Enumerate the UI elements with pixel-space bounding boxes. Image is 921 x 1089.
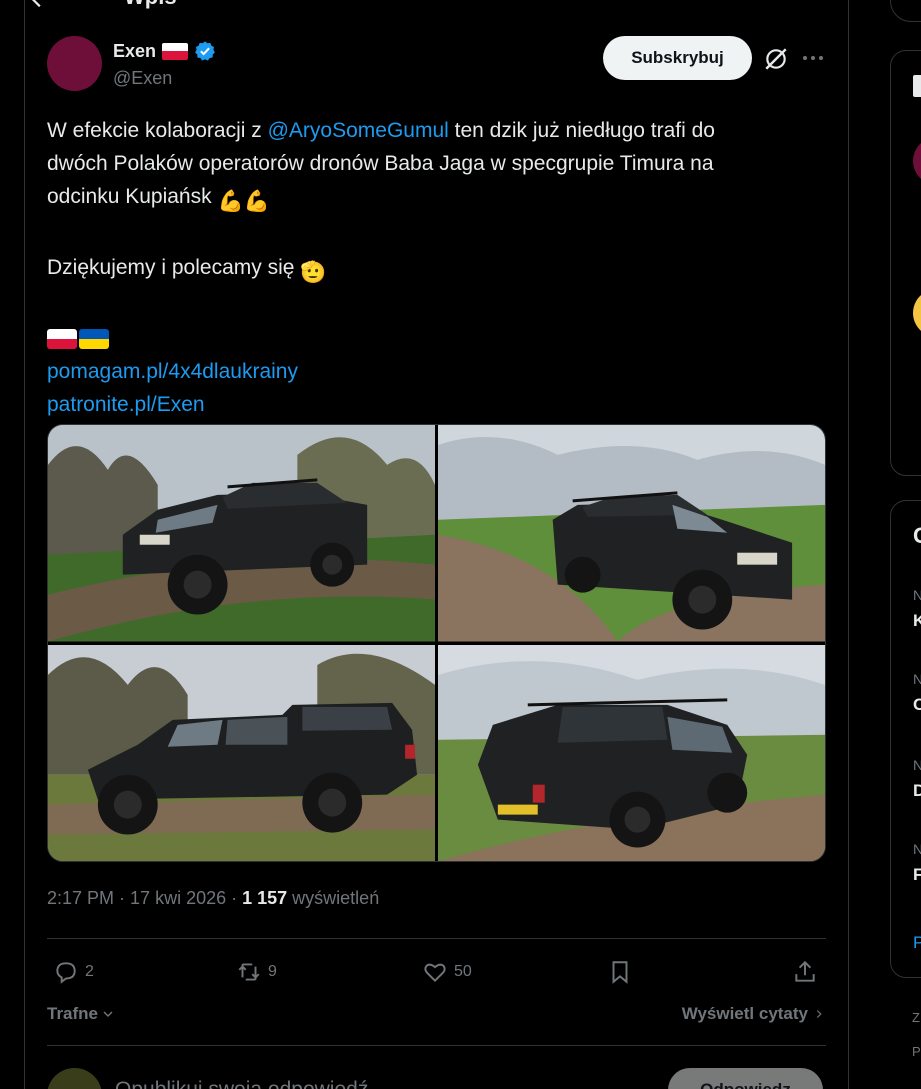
search-box[interactable]: [890, 0, 921, 22]
sidebar-trends-card: C N K N C N D N F P: [890, 500, 921, 978]
card-heading: [913, 75, 921, 97]
heart-icon: [424, 963, 446, 983]
trend-title[interactable]: C: [913, 695, 921, 715]
author-handle[interactable]: @Exen: [113, 68, 172, 89]
grok-icon[interactable]: [763, 46, 789, 72]
tweet-time[interactable]: 2:17 PM: [47, 888, 114, 908]
trend-category: N: [913, 671, 921, 687]
fundraiser-link[interactable]: pomagam.pl/4x4dlaukrainy: [47, 360, 298, 383]
avatar[interactable]: [913, 137, 921, 185]
media-photo-3[interactable]: [48, 644, 435, 861]
trend-category: N: [913, 841, 921, 857]
tweet-date[interactable]: 17 kwi 2026: [130, 888, 226, 908]
sort-label: Trafne: [47, 1004, 99, 1023]
footer-link[interactable]: Z: [912, 1010, 920, 1025]
repost-icon: [238, 963, 260, 981]
share-button[interactable]: [792, 952, 818, 992]
replies-sort-row: Trafne Wyświetl cytaty: [47, 1004, 826, 1030]
ukraine-flag-icon: [79, 328, 109, 349]
trend-title[interactable]: F: [913, 865, 921, 885]
like-button[interactable]: 50: [422, 952, 472, 992]
share-icon: [795, 960, 815, 982]
view-quotes-link[interactable]: Wyświetl cytaty: [682, 1004, 826, 1024]
reply-button[interactable]: 2: [53, 952, 94, 992]
card-heading: C: [913, 523, 921, 548]
tweet-text-segment: Dziękujemy i polecamy się: [47, 256, 301, 279]
mention-link[interactable]: @AryoSomeGumul: [268, 119, 449, 142]
tweet-text-line: dwóch Polaków operatorów dronów Baba Jag…: [47, 152, 714, 175]
flags-line: [47, 322, 827, 355]
patronite-link[interactable]: patronite.pl/Exen: [47, 393, 205, 416]
avatar[interactable]: [47, 36, 102, 91]
bookmark-icon: [612, 961, 628, 984]
divider: [47, 1045, 826, 1046]
poland-flag-icon: [47, 328, 77, 349]
reply-icon: [56, 962, 76, 984]
view-quotes-label: Wyświetl cytaty: [681, 1004, 808, 1023]
reply-composer: Opublikuj swoją odpowiedź Odpowiedz: [47, 1066, 826, 1089]
media-photo-4[interactable]: [438, 644, 825, 861]
tweet-text-segment: ten dzik już niedługo trafi do: [448, 119, 715, 142]
repost-button[interactable]: 9: [236, 952, 277, 992]
sort-dropdown[interactable]: Trafne: [47, 1004, 116, 1024]
meta-separator: ·: [226, 888, 243, 908]
divider: [47, 938, 826, 939]
media-photo-2[interactable]: [438, 425, 825, 642]
repost-count: 9: [268, 963, 277, 980]
chevron-right-icon: [816, 1010, 822, 1018]
reply-count: 2: [85, 963, 94, 980]
trend-title[interactable]: K: [913, 611, 921, 631]
bookmark-button[interactable]: [607, 952, 633, 992]
media-photo-1[interactable]: [48, 425, 435, 642]
more-options-icon[interactable]: [799, 44, 827, 72]
verified-badge-icon: [195, 41, 215, 61]
reply-input[interactable]: Opublikuj swoją odpowiedź: [115, 1078, 368, 1089]
chevron-down-icon: [103, 1011, 113, 1017]
meta-separator: ·: [114, 888, 131, 908]
tweet-meta: 2:17 PM · 17 kwi 2026 · 1 157 wyświetleń: [47, 888, 379, 909]
emoji-avatar[interactable]: [913, 289, 921, 337]
footer-link[interactable]: P: [912, 1044, 921, 1059]
like-count: 50: [454, 963, 472, 980]
subscribe-button[interactable]: Subskrybuj: [603, 36, 752, 80]
page-title: Wpis: [124, 0, 177, 10]
flexed-biceps-icon: 💪💪: [217, 190, 270, 213]
trend-category: N: [913, 757, 921, 773]
views-count: 1 157: [242, 888, 288, 908]
engagement-bar: 2 9 50: [47, 952, 826, 992]
sidebar-card: [890, 50, 921, 476]
avatar[interactable]: [47, 1068, 102, 1089]
back-arrow-icon[interactable]: [24, 0, 52, 13]
trend-title[interactable]: D: [913, 781, 921, 801]
views-label: wyświetleń: [287, 888, 380, 908]
saluting-face-icon: 🫡: [300, 261, 327, 284]
poland-flag-icon: [162, 42, 189, 60]
tweet-text-segment: W efekcie kolaboracji z: [47, 119, 268, 142]
trend-category: N: [913, 587, 921, 603]
tweet-author: Exen @Exen Subskrybuj: [47, 36, 827, 92]
tweet-text: W efekcie kolaboracji z @AryoSomeGumul t…: [47, 114, 827, 421]
show-more-link[interactable]: P: [913, 933, 921, 953]
media-grid: [47, 424, 826, 862]
page-header: Wpis: [24, 0, 177, 14]
reply-submit-button[interactable]: Odpowiedz: [668, 1068, 823, 1089]
author-display-name[interactable]: Exen: [113, 41, 156, 62]
tweet-text-segment: odcinku Kupiańsk: [47, 185, 218, 208]
author-name-line: Exen: [113, 40, 216, 62]
